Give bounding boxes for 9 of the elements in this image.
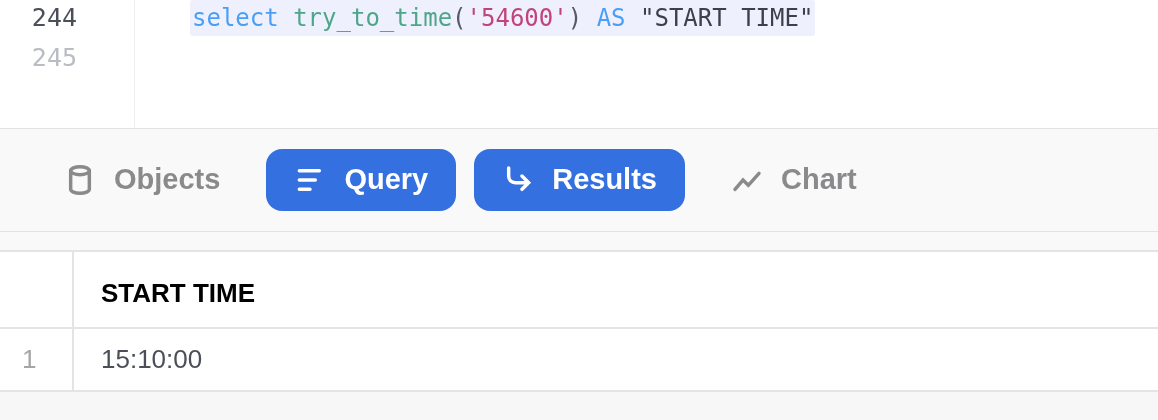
tab[interactable]: Results	[474, 149, 685, 211]
tab[interactable]: Query	[266, 149, 457, 211]
line-number: 245	[30, 42, 77, 74]
row-number: 1	[22, 343, 37, 376]
column-header: START TIME	[100, 277, 256, 310]
tab[interactable]: Objects	[36, 149, 249, 211]
tab[interactable]: Chart	[702, 149, 885, 211]
table-cell-text: 15:10:00	[100, 343, 203, 376]
line-number: 244	[30, 2, 77, 34]
